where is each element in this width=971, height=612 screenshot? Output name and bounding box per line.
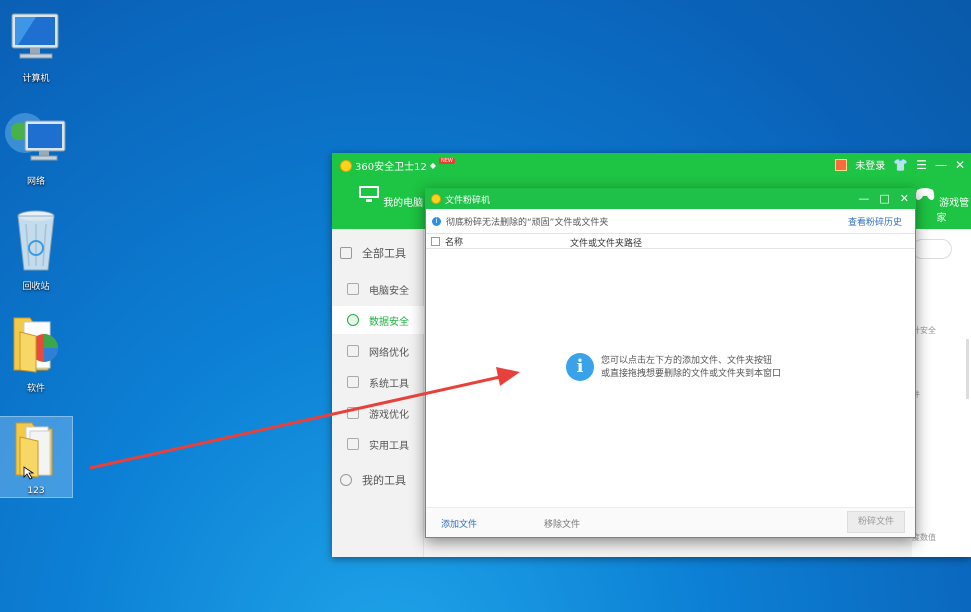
annotation-arrow <box>89 367 520 470</box>
arrow-head <box>496 367 520 386</box>
arrow-shaft <box>89 375 501 470</box>
